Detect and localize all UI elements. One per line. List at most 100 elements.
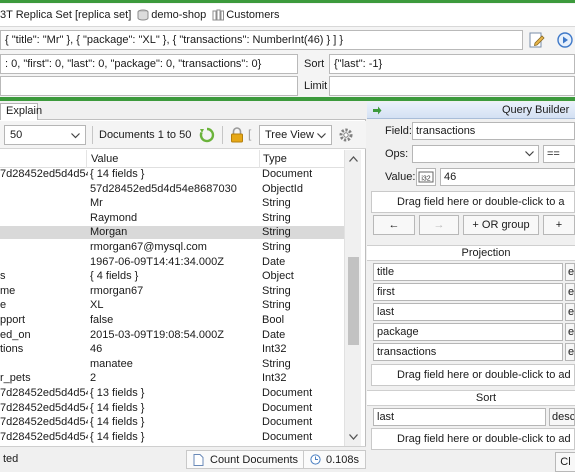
projection-input[interactable]: : 0, "first": 0, "last": 0, "package": 0… [0, 54, 298, 74]
query-builder-header: Query Builder [367, 102, 575, 119]
scroll-down-icon[interactable] [349, 434, 358, 440]
projection-mode-select[interactable]: e [565, 323, 575, 341]
projection-mode-select[interactable]: e [565, 263, 575, 281]
cell-value: rmorgan67@mysql.com [90, 241, 207, 253]
elapsed-time-value: 0.108s [326, 453, 360, 466]
page-size-select[interactable]: 50 [4, 125, 86, 145]
column-header-value[interactable]: Value [91, 153, 118, 165]
accent-bar-bottom [0, 97, 575, 101]
qb-forward-button[interactable]: → [419, 215, 459, 235]
cell-key: r_pets [0, 372, 31, 385]
breadcrumb-database[interactable]: demo-shop [137, 9, 206, 21]
table-row[interactable]: ed_on 2015-03-09T19:08:54.000Z Date [0, 329, 344, 342]
projection-field[interactable]: package [373, 323, 563, 341]
table-row[interactable]: 57d28452ed5d4d54e8687030 ObjectId [0, 183, 344, 196]
qb-drop-zone[interactable]: Drag field here or double-click to a [371, 191, 575, 213]
cell-type: String [262, 299, 291, 312]
cell-type: String [262, 211, 291, 224]
grid-header: Value Type [0, 150, 344, 168]
cell-key: pport [0, 314, 26, 326]
qb-ops-row: Ops: == [367, 145, 575, 167]
table-row[interactable]: manatee String [0, 358, 344, 371]
table-row[interactable]: Morgan String [0, 226, 344, 240]
cell-key: s [0, 270, 6, 283]
projection-header: Projection [367, 245, 575, 261]
projection-mode-select[interactable]: e [565, 343, 575, 361]
or-group-button[interactable]: + OR group [463, 215, 539, 235]
table-row[interactable]: 7d28452ed5d4d54e8{ 14 fields } Document [0, 416, 344, 429]
qb-drop-hint: Drag field here or double-click to a [397, 196, 565, 208]
sort-direction-select[interactable]: desce [549, 408, 575, 426]
qb-operator-value: == [547, 148, 560, 160]
table-row[interactable]: e XL String [0, 299, 344, 312]
skip-input[interactable] [0, 76, 298, 96]
table-row[interactable]: 1967-06-09T14:41:34.000Z Date [0, 256, 344, 269]
add-condition-label: + [555, 219, 563, 231]
qb-ops-select[interactable] [412, 145, 539, 163]
table-row[interactable]: r_pets 2 Int32 [0, 372, 344, 385]
breadcrumb-collection[interactable]: Customers [212, 9, 279, 21]
breadcrumb-replica-set[interactable]: 3T Replica Set [replica set] [0, 9, 131, 21]
cell-key: 7d28452ed5d4d54e8 [0, 401, 88, 414]
projection-drop-zone[interactable]: Drag field here or double-click to ad [371, 364, 575, 386]
result-tabs: Explain [0, 102, 366, 120]
sort-input[interactable]: {"last": -1} [329, 54, 575, 74]
cell-type: Bool [262, 314, 285, 326]
refresh-icon[interactable] [199, 127, 215, 143]
projection-mode-select[interactable]: e [565, 283, 575, 301]
query-input[interactable]: { "title": "Mr" }, { "package": "XL" }, … [0, 30, 523, 50]
table-row[interactable]: 7d28452ed5d4d54e8{ 14 fields } Document [0, 168, 344, 181]
vertical-scrollbar[interactable] [344, 150, 361, 446]
limit-input[interactable] [329, 76, 575, 96]
qb-field-value: transactions [416, 125, 476, 137]
projection-field[interactable]: last [373, 303, 563, 321]
cell-key: 7d28452ed5d4d54e8 [0, 168, 88, 180]
tab-explain[interactable]: Explain [0, 103, 42, 120]
view-mode-select[interactable]: Tree View [259, 125, 332, 145]
count-documents-button[interactable]: Count Documents [186, 450, 306, 469]
table-row[interactable]: Raymond String [0, 212, 344, 225]
sort-field-input[interactable]: last [373, 408, 546, 426]
gear-icon[interactable] [338, 127, 354, 143]
projection-field[interactable]: transactions [373, 343, 563, 361]
limit-label: Limit [304, 80, 328, 92]
table-row[interactable]: pport false Bool [0, 314, 344, 327]
cell-value: { 14 fields } [90, 401, 145, 414]
table-row[interactable]: s { 4 fields } Object [0, 270, 344, 283]
projection-field[interactable]: first [373, 283, 563, 301]
table-row[interactable]: 7d28452ed5d4d54e8{ 14 fields } Document [0, 431, 344, 444]
table-row[interactable]: me rmorgan67 String [0, 285, 344, 298]
database-icon [137, 9, 149, 21]
qb-value-type[interactable]: i32 [416, 168, 436, 186]
table-row[interactable]: Mr String [0, 197, 344, 210]
run-query-icon[interactable] [556, 31, 574, 49]
lock-icon[interactable] [230, 127, 244, 143]
table-row[interactable]: 7d28452ed5d4d54e8{ 14 fields } Document [0, 402, 344, 415]
sort-direction-value: desce [552, 411, 575, 423]
projection-field[interactable]: title [373, 263, 563, 281]
clear-button[interactable]: Cl [555, 452, 575, 472]
qb-field-row: Field: transactions [367, 122, 575, 144]
projection-mode-select[interactable]: e [565, 303, 575, 321]
cell-value: Morgan [90, 226, 128, 239]
qb-operator-select[interactable]: == [543, 145, 575, 163]
sort-drop-zone[interactable]: Drag field here or double-click to ad [371, 428, 575, 450]
cell-key: 7d28452ed5d4d54e8 [0, 387, 88, 399]
add-condition-button[interactable]: + [543, 215, 575, 235]
table-row[interactable]: rmorgan67@mysql.com String [0, 241, 344, 254]
pin-arrow-icon[interactable] [373, 106, 382, 115]
scroll-up-icon[interactable] [349, 156, 358, 162]
qb-value-input[interactable]: 46 [440, 168, 575, 186]
qb-field-input[interactable]: transactions [412, 122, 575, 140]
cell-type: Document [262, 401, 313, 414]
table-row[interactable]: 7d28452ed5d4d54e8{ 13 fields } Document [0, 387, 344, 400]
scrollbar-thumb[interactable] [348, 257, 359, 345]
column-header-type[interactable]: Type [263, 153, 287, 165]
edit-query-icon[interactable] [528, 31, 546, 49]
qb-back-button[interactable]: ← [373, 215, 415, 235]
cell-key: 7d28452ed5d4d54e8 [0, 430, 88, 443]
projection-text: : 0, "first": 0, "last": 0, "package": 0… [5, 58, 262, 70]
table-row[interactable]: tions 46 Int32 [0, 343, 344, 356]
column-divider [86, 150, 87, 168]
int32-type-icon: i32 [418, 171, 434, 183]
